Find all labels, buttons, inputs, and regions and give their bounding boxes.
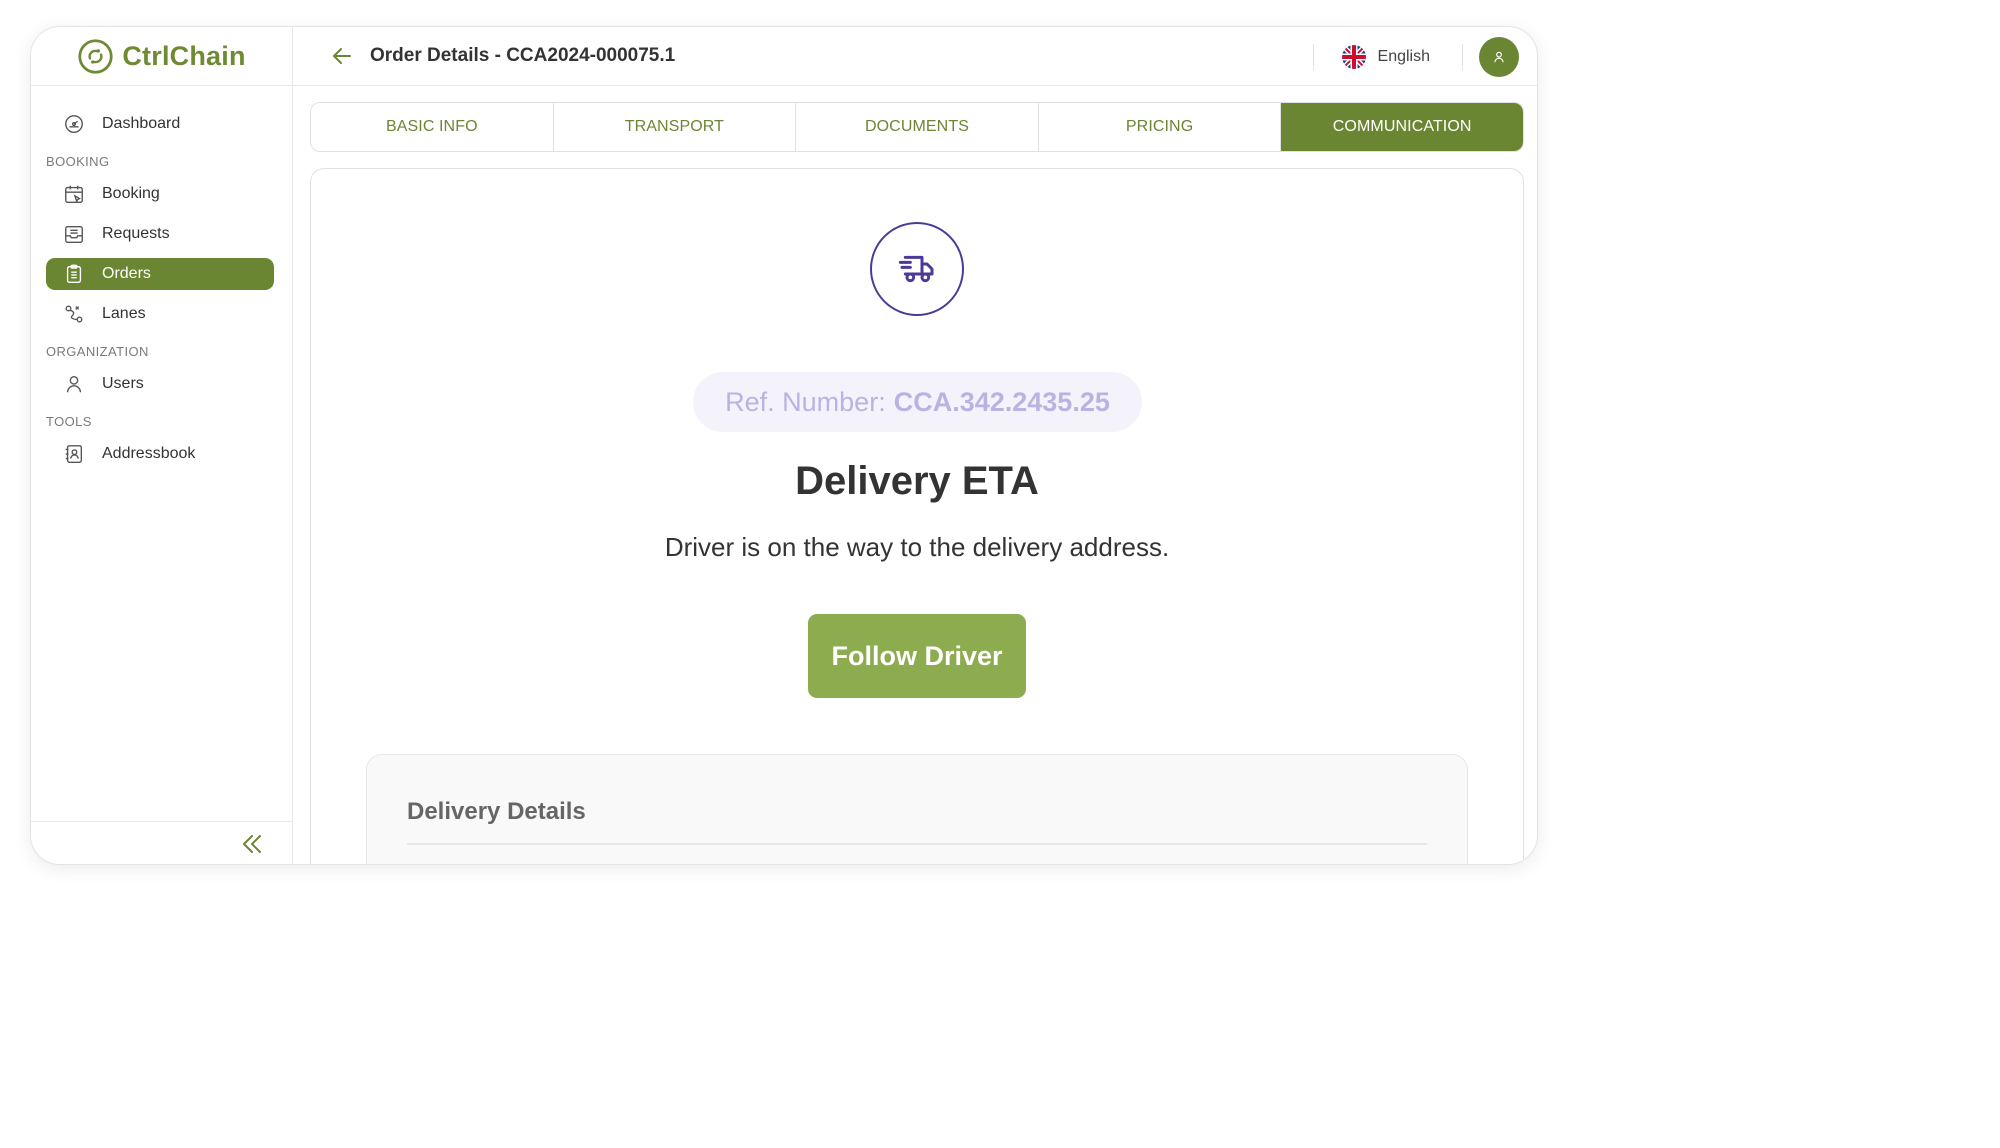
user-icon — [1494, 51, 1504, 62]
ctrlchain-logo-icon — [78, 38, 113, 74]
sidebar: CtrlChain Dashboard BOOKING Booking Requ… — [31, 27, 293, 864]
divider — [407, 843, 1427, 845]
inbox-icon — [63, 223, 85, 245]
sidebar-item-addressbook[interactable]: Addressbook — [46, 438, 274, 470]
sidebar-item-label: Lanes — [102, 305, 146, 322]
collapse-sidebar-icon[interactable] — [240, 832, 264, 856]
follow-driver-button[interactable]: Follow Driver — [808, 614, 1026, 698]
sidebar-item-label: Booking — [102, 185, 160, 202]
sidebar-nav: Dashboard BOOKING Booking Requests Order… — [31, 86, 292, 470]
tab-transport[interactable]: TRANSPORT — [554, 103, 797, 151]
reference-value: CCA.342.2435.25 — [893, 386, 1110, 417]
sidebar-item-users[interactable]: Users — [46, 368, 274, 400]
logo-text: CtrlChain — [122, 40, 246, 71]
back-arrow-icon[interactable] — [330, 44, 354, 68]
tab-communication[interactable]: COMMUNICATION — [1281, 103, 1523, 151]
clipboard-icon — [63, 263, 85, 285]
eta-status-text: Driver is on the way to the delivery add… — [664, 532, 1170, 562]
sidebar-item-booking[interactable]: Booking — [46, 178, 274, 210]
user-icon — [63, 373, 85, 395]
section-title-organization: ORGANIZATION — [46, 344, 149, 359]
sidebar-item-orders[interactable]: Orders — [46, 258, 274, 290]
truck-badge — [870, 222, 964, 316]
reference-number: Ref. Number: CCA.342.2435.25 — [693, 372, 1142, 432]
logo[interactable]: CtrlChain — [31, 27, 292, 86]
section-title-tools: TOOLS — [46, 414, 92, 429]
page-title: Order Details - CCA2024-000075.1 — [370, 45, 676, 66]
tab-pricing[interactable]: PRICING — [1039, 103, 1282, 151]
top-header: Order Details - CCA2024-000075.1 English — [293, 27, 1537, 86]
dashboard-icon — [63, 113, 85, 135]
eta-title: Delivery ETA — [795, 459, 1039, 503]
header-actions: English — [1312, 27, 1519, 86]
addressbook-icon — [63, 443, 85, 465]
app-window: CtrlChain Dashboard BOOKING Booking Requ… — [30, 26, 1538, 865]
tab-basic-info[interactable]: BASIC INFO — [311, 103, 554, 151]
tab-documents[interactable]: DOCUMENTS — [796, 103, 1039, 151]
sidebar-item-lanes[interactable]: Lanes — [46, 298, 274, 330]
route-icon — [63, 303, 85, 325]
sidebar-footer — [31, 821, 292, 864]
section-title-booking: BOOKING — [46, 154, 110, 169]
language-label: English — [1377, 47, 1430, 65]
sidebar-item-label: Requests — [102, 225, 170, 242]
order-tabs: BASIC INFO TRANSPORT DOCUMENTS PRICING C… — [310, 102, 1524, 152]
sidebar-item-label: Dashboard — [102, 115, 181, 132]
sidebar-item-label: Addressbook — [102, 445, 196, 462]
delivery-details-title: Delivery Details — [407, 798, 586, 825]
language-selector[interactable]: English — [1314, 44, 1462, 69]
delivery-details-section: Delivery Details — [366, 754, 1468, 864]
delivery-truck-icon — [898, 255, 934, 283]
sidebar-item-requests[interactable]: Requests — [46, 218, 274, 250]
communication-panel: Ref. Number: CCA.342.2435.25 Delivery ET… — [310, 168, 1524, 864]
reference-label: Ref. Number: — [725, 386, 886, 417]
sidebar-item-dashboard[interactable]: Dashboard — [46, 108, 274, 140]
calendar-icon — [63, 183, 85, 205]
user-avatar[interactable] — [1479, 36, 1519, 77]
sidebar-item-label: Users — [102, 375, 144, 392]
divider — [1462, 43, 1463, 70]
sidebar-item-label: Orders — [102, 265, 151, 282]
uk-flag-icon — [1341, 44, 1366, 69]
